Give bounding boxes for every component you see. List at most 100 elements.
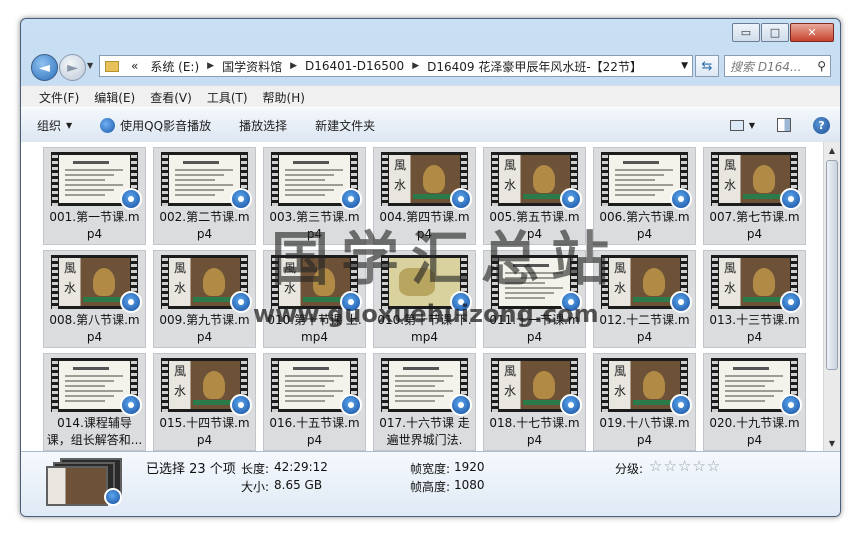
film-strip-icon [712,358,718,412]
file-tile[interactable]: 016.十五节课.mp4 [263,353,366,451]
film-strip-icon [272,152,278,206]
file-tile[interactable]: 010.第十节课 下.mp4 [373,250,476,348]
address-bar[interactable]: « 系统 (E:) ▶ 国学资料馆 ▶ D16401-D16500 ▶ D164… [99,55,693,77]
file-tile[interactable]: 風水 012.十二节课.mp4 [593,250,696,348]
breadcrumb-library[interactable]: 国学资料馆 [222,58,282,75]
file-name: 018.十七节课.mp4 [489,416,580,447]
file-name: 010.第十节课 上.mp4 [267,313,362,344]
address-dropdown-icon[interactable]: ▼ [681,61,688,71]
maximize-button[interactable]: □ [761,23,789,42]
file-name: 011.十一节课.mp4 [489,313,580,344]
qq-player-icon [120,188,142,210]
file-tile[interactable]: 風水 009.第九节课.mp4 [153,250,256,348]
menu-view[interactable]: 查看(V) [150,89,192,106]
breadcrumb-separator-icon[interactable]: ▶ [412,61,419,71]
breadcrumb-range[interactable]: D16401-D16500 [305,59,404,73]
file-tile[interactable]: 017.十六节课 走遍世界城门法. [373,353,476,451]
breadcrumb-drive[interactable]: 系统 (E:) [150,58,199,75]
file-tile[interactable]: 風水 004.第四节课.mp4 [373,147,476,245]
recent-pages-dropdown[interactable]: ▼ [87,61,93,70]
close-button[interactable]: ✕ [790,23,834,42]
qq-player-icon [120,394,142,416]
film-strip-icon [712,152,718,206]
breadcrumb-separator-icon[interactable]: ▶ [290,61,297,71]
qq-player-icon [560,291,582,313]
qq-player-icon [340,394,362,416]
file-tile[interactable]: 002.第二节课.mp4 [153,147,256,245]
film-strip-icon [712,255,718,309]
file-tile[interactable]: 014.课程辅导课，组长解答和... [43,353,146,451]
vertical-scrollbar[interactable]: ▲ ▼ [823,142,840,451]
view-options-dropdown-icon[interactable]: ▼ [749,121,755,130]
file-tile[interactable]: 風水 015.十四节课.mp4 [153,353,256,451]
chevron-down-icon: ▼ [66,120,73,130]
file-tile[interactable]: 001.第一节课.mp4 [43,147,146,245]
menu-help[interactable]: 帮助(H) [263,89,305,106]
play-selection-label: 播放选择 [239,118,288,133]
breadcrumb-current-folder[interactable]: D16409 花泽豪甲辰年风水班-【22节】 [427,58,642,75]
play-selection-button[interactable]: 播放选择 [239,117,287,134]
refresh-icon: ⇆ [701,58,713,74]
search-icon[interactable]: ⚲ [817,59,826,73]
back-arrow-icon: ◄ [39,59,50,76]
scroll-down-icon[interactable]: ▼ [824,435,840,451]
file-tile[interactable]: 011.十一节课.mp4 [483,250,586,348]
file-name: 001.第一节课.mp4 [49,210,140,241]
file-tile[interactable]: 003.第三节课.mp4 [263,147,366,245]
file-name: 006.第六节课.mp4 [599,210,690,241]
file-name: 004.第四节课.mp4 [379,210,470,241]
qq-player-icon [340,291,362,313]
forward-button[interactable]: ► [59,54,86,81]
file-tile[interactable]: 風水 007.第七节课.mp4 [703,147,806,245]
qq-player-icon [780,291,802,313]
selection-thumbnail-stack [46,458,124,508]
scrollbar-thumb[interactable] [826,160,838,370]
new-folder-button[interactable]: 新建文件夹 [315,117,375,134]
rating-stars[interactable]: ☆☆☆☆☆ [649,457,721,475]
qq-player-icon [230,394,252,416]
organize-button[interactable]: 组织 ▼ [37,117,72,134]
file-tile[interactable]: 風水 008.第八节课.mp4 [43,250,146,348]
address-row: ◄ ► ▼ « 系统 (E:) ▶ 国学资料馆 ▶ D16401-D16500 … [21,51,840,81]
file-list: 001.第一节课.mp4 002.第二节课.mp4 003.第三节课.mp4 風水 00… [21,142,840,451]
breadcrumb-separator-icon[interactable]: ▶ [207,61,214,71]
file-name: 007.第七节课.mp4 [709,210,800,241]
film-strip-icon [52,152,58,206]
play-with-qq-label: 使用QQ影音播放 [120,118,212,133]
file-name: 012.十二节课.mp4 [599,313,690,344]
file-name: 013.十三节课.mp4 [709,313,800,344]
file-name: 015.十四节课.mp4 [159,416,250,447]
file-tile[interactable]: 風水 019.十八节课.mp4 [593,353,696,451]
file-tile[interactable]: 006.第六节课.mp4 [593,147,696,245]
menu-file[interactable]: 文件(F) [39,89,79,106]
menu-edit[interactable]: 编辑(E) [94,89,135,106]
file-name: 014.课程辅导课，组长解答和... [46,416,143,447]
file-tile[interactable]: 風水 018.十七节课.mp4 [483,353,586,451]
qq-player-icon [450,394,472,416]
back-button[interactable]: ◄ [31,54,58,81]
film-strip-icon [492,255,498,309]
forward-arrow-icon: ► [67,59,78,76]
qq-player-icon [104,488,122,506]
breadcrumb-overflow[interactable]: « [131,59,138,73]
command-bar: 组织 ▼ 使用QQ影音播放 播放选择 新建文件夹 ▼ ? [21,107,840,143]
scroll-up-icon[interactable]: ▲ [824,142,840,158]
minimize-button[interactable]: ▭ [732,23,760,42]
size-label: 大小: [241,480,270,494]
file-tile[interactable]: 風水 013.十三节课.mp4 [703,250,806,348]
preview-pane-icon[interactable] [777,118,791,132]
explorer-window: ▭ □ ✕ ◄ ► ▼ « 系统 (E:) ▶ 国学资料馆 ▶ D16401-D… [20,18,841,517]
refresh-button[interactable]: ⇆ [695,55,719,77]
play-with-qq-button[interactable]: 使用QQ影音播放 [100,117,211,134]
details-pane: 已选择 23 个项 长度: 42:29:12 大小: 8.65 GB 帧宽度: … [21,451,840,516]
view-options-icon[interactable] [729,119,744,131]
qq-player-icon [100,117,116,133]
menu-tools[interactable]: 工具(T) [207,89,248,106]
file-tile[interactable]: 風水 005.第五节课.mp4 [483,147,586,245]
file-tile[interactable]: 風水 010.第十节课 上.mp4 [263,250,366,348]
search-input[interactable]: 搜索 D164... ⚲ [724,55,831,77]
help-icon[interactable]: ? [813,116,830,134]
file-name: 017.十六节课 走遍世界城门法. [379,416,470,447]
qq-player-icon [560,188,582,210]
file-tile[interactable]: 020.十九节课.mp4 [703,353,806,451]
